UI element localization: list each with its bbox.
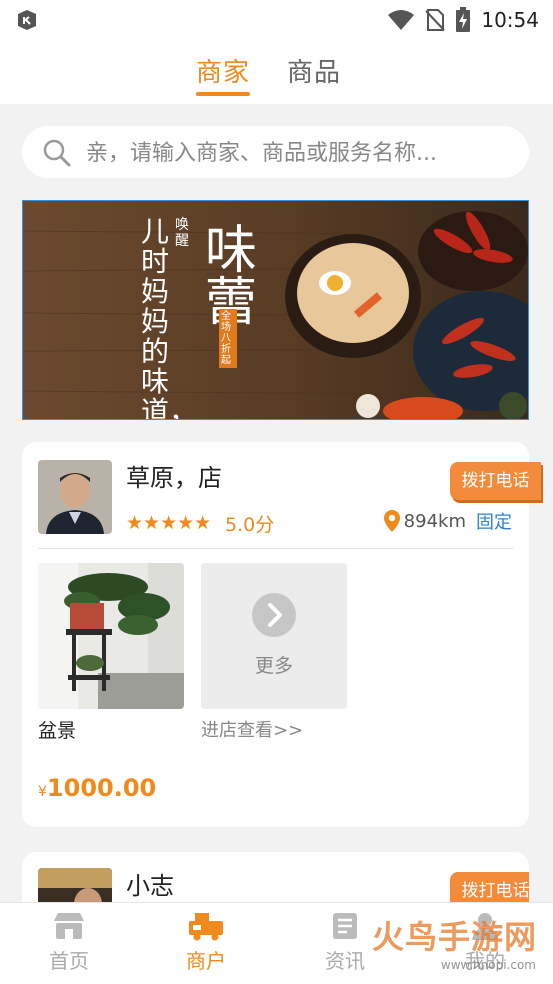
product-name: 盆景 (38, 720, 77, 742)
watermark-text: 火鸟手游网 (372, 918, 538, 956)
rating-stars: ★★★★★ (126, 512, 212, 534)
rating-score: 5.0分 (225, 514, 275, 536)
news-document-icon (333, 913, 357, 939)
location-type: 固定 (476, 512, 512, 533)
wifi-icon (388, 10, 415, 30)
enter-shop-link[interactable]: 进店查看>> (201, 716, 303, 742)
merchant-truck-icon (189, 913, 223, 941)
banner-text-sale: 全场八折起 (219, 309, 237, 368)
tab-home-label: 首页 (49, 949, 89, 973)
store-front-icon (54, 913, 84, 939)
product-thumbnail[interactable] (38, 563, 184, 709)
system-icons: 10:54 (387, 6, 539, 34)
promo-banner[interactable]: 儿时妈妈的味道， 唤醒 味蕾 全场八折起 (22, 200, 529, 420)
distance-value: 894km (403, 510, 466, 532)
shop-avatar (38, 460, 112, 534)
divider (38, 548, 513, 549)
notification-app-icon (18, 10, 36, 30)
site-watermark: 火鸟手游网 www.hnopi.com (372, 912, 544, 974)
tab-home[interactable]: 首页 (14, 911, 124, 974)
no-sim-icon (425, 9, 446, 31)
watermark-url: www.hnopi.com (440, 958, 536, 972)
location-pin-icon (383, 510, 400, 532)
battery-charging-icon (456, 7, 471, 32)
banner-text-taste: 味蕾 (205, 221, 258, 333)
clock: 10:54 (481, 8, 539, 32)
tab-products[interactable]: 商品 (287, 52, 341, 89)
search-input[interactable] (84, 134, 518, 172)
price-value: 1000.00 (46, 774, 157, 802)
shop-distance: 894km 固定 (383, 508, 512, 534)
tab-merchant[interactable]: 商户 (151, 911, 261, 974)
shop-name: 草原，店 (126, 464, 222, 492)
search-bar[interactable] (22, 126, 529, 178)
status-bar: 10:54 (0, 0, 553, 40)
product-price: ¥1000.00 (38, 774, 156, 802)
active-tab-indicator (196, 92, 250, 96)
top-tab-bar: 商家 商品 (0, 40, 553, 104)
call-phone-button[interactable]: 拨打电话 (450, 462, 541, 500)
banner-text-awaken: 唤醒 (175, 217, 189, 249)
banner-image (23, 201, 528, 419)
shop-card[interactable]: 草原，店 ★★★★★ 5.0分 拨打电话 894km 固定 盆景 更多 进店查看… (22, 442, 541, 827)
currency-symbol: ¥ (38, 784, 47, 800)
more-label: 更多 (254, 655, 293, 677)
tab-merchant-label: 商户 (186, 949, 226, 973)
shop-name: 小志 (126, 872, 174, 900)
tab-merchants[interactable]: 商家 (196, 52, 250, 89)
chevron-right-icon (252, 593, 296, 637)
banner-text-childhood: 儿时妈妈的味道， (141, 215, 197, 420)
search-icon (43, 139, 71, 167)
more-products-button[interactable]: 更多 (201, 563, 347, 709)
